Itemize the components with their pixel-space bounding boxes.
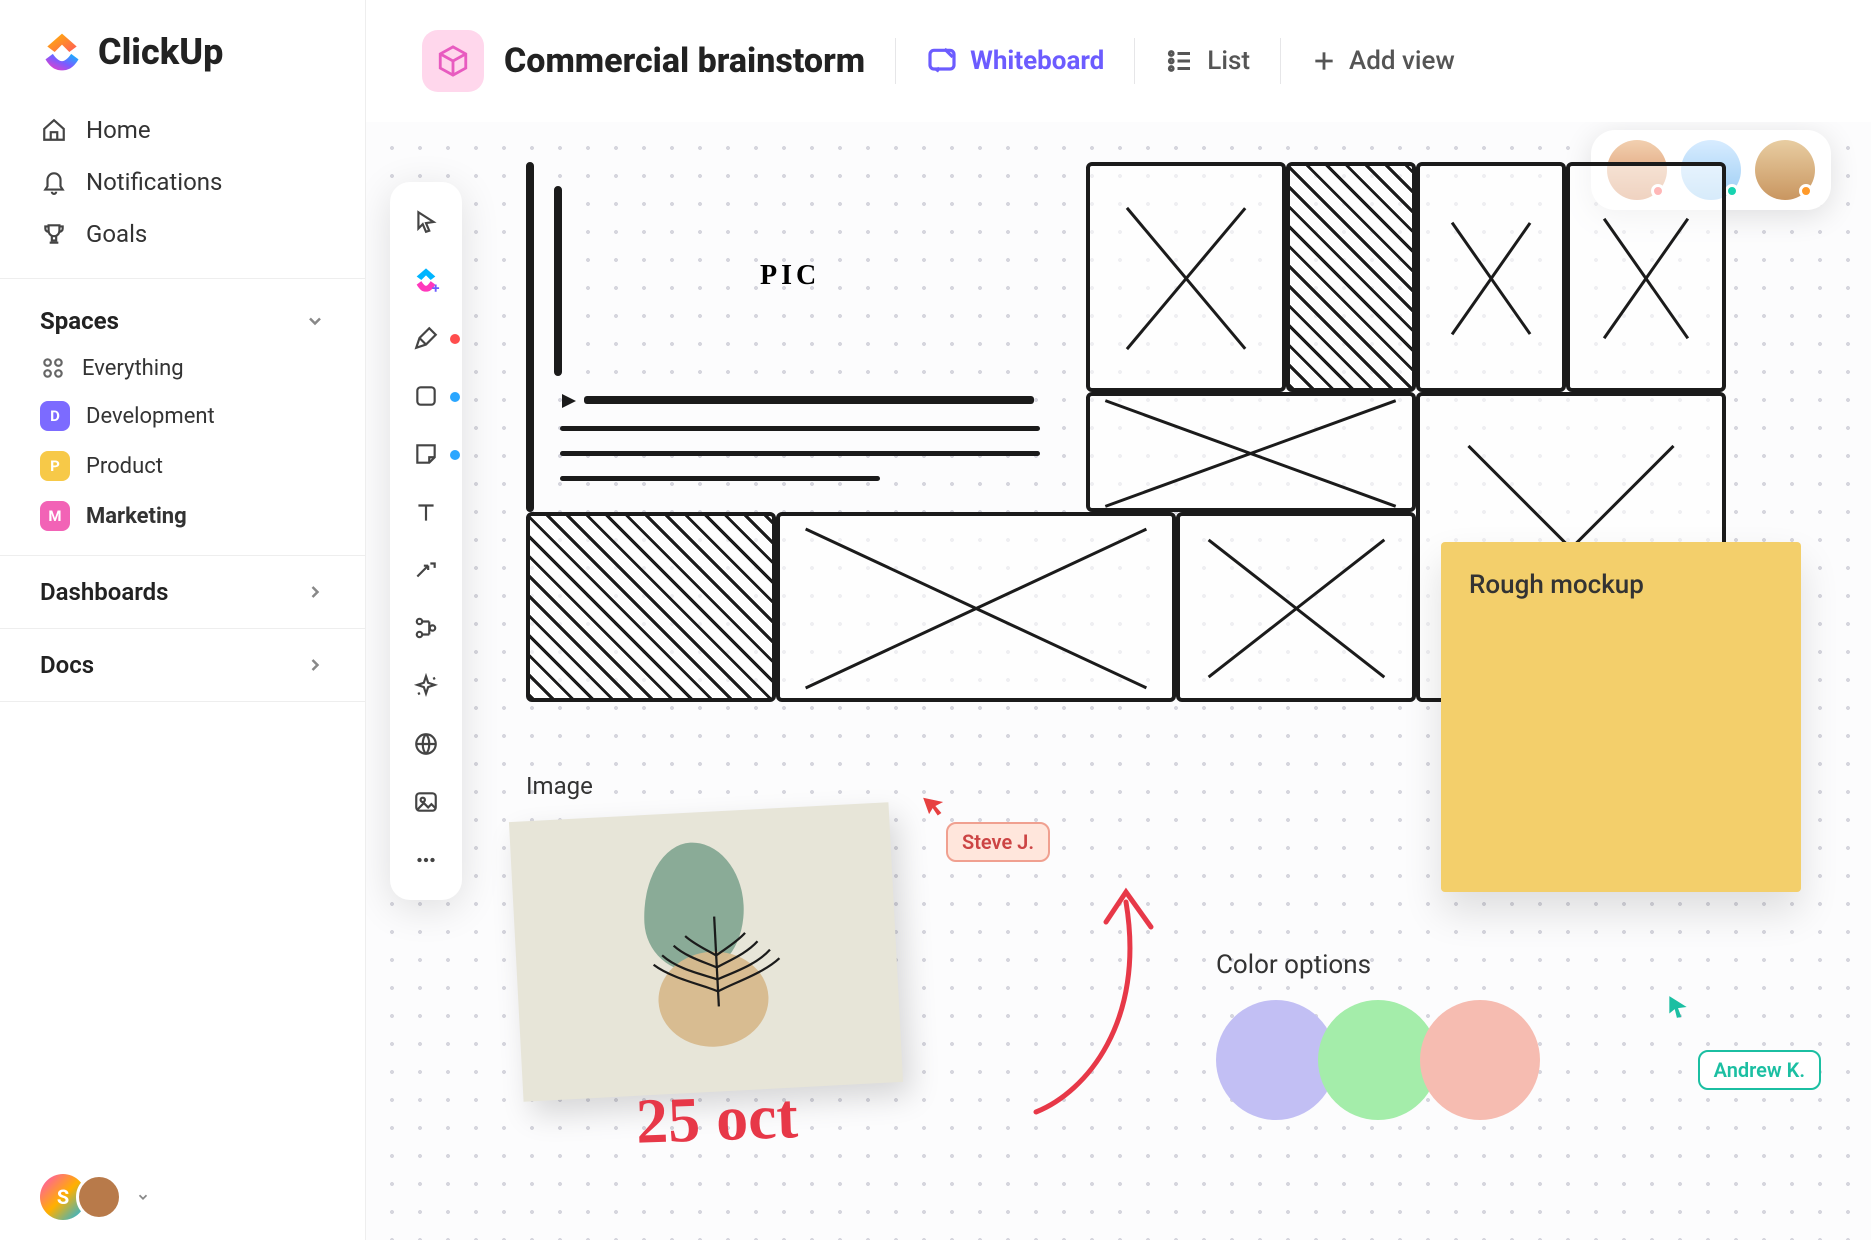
view-label: Add view [1349,46,1455,76]
plant-illustration [633,897,799,1025]
cursor-icon [1665,994,1691,1020]
nav-docs[interactable]: Docs [0,629,365,701]
hand-drawn-arrow [986,862,1226,1122]
space-label: Product [86,454,163,479]
trophy-icon [40,220,68,248]
page-title: Commercial brainstorm [504,41,865,81]
bell-icon [40,168,68,196]
space-marketing[interactable]: M Marketing [0,491,365,541]
space-badge: P [40,451,70,481]
image-placeholder[interactable] [509,802,903,1102]
space-everything[interactable]: Everything [0,345,365,391]
brand-name: ClickUp [98,31,223,73]
clickup-logo-icon [40,30,84,74]
sticky-text: Rough mockup [1469,570,1773,600]
list-icon [1165,46,1195,76]
cube-icon [436,44,470,78]
tool-shape[interactable] [410,380,442,412]
nav-dashboards[interactable]: Dashboards [0,556,365,628]
view-label: List [1207,46,1250,76]
user-footer[interactable]: S [0,1174,365,1220]
nav-label: Dashboards [40,578,169,606]
space-badge: M [40,501,70,531]
view-label: Whiteboard [970,46,1104,76]
tool-web[interactable] [410,728,442,760]
cursor-label-andrew: Andrew K. [1698,1050,1821,1090]
handwritten-date: 25 oct [635,1079,799,1159]
chevron-right-icon [305,582,325,602]
whiteboard-icon [926,45,958,77]
chevron-down-icon [305,311,325,331]
space-label: Everything [82,356,184,381]
sidebar-label: Notifications [86,168,222,196]
color-swatches [1216,1000,1522,1120]
tool-sparkle[interactable] [410,670,442,702]
color-options-label: Color options [1216,950,1371,980]
cursor-label-steve: Steve J. [946,822,1050,862]
tool-select[interactable] [410,206,442,238]
sidebar-item-notifications[interactable]: Notifications [24,156,341,208]
document-icon-badge[interactable] [422,30,484,92]
spaces-header[interactable]: Spaces [0,279,365,345]
brand-logo[interactable]: ClickUp [0,30,365,104]
toolbox: + [390,182,462,900]
chevron-down-icon [136,1190,150,1204]
tool-connector[interactable] [410,554,442,586]
image-label: Image [526,772,593,800]
sidebar-label: Goals [86,220,147,248]
home-icon [40,116,68,144]
color-swatch[interactable] [1420,1000,1540,1120]
tool-text[interactable] [410,496,442,528]
space-label: Marketing [86,504,187,529]
whiteboard-canvas[interactable]: + [366,122,1871,1240]
view-whiteboard[interactable]: Whiteboard [926,45,1104,77]
add-view-button[interactable]: Add view [1311,46,1455,76]
sidebar: ClickUp Home Notifications Goals [0,0,366,1240]
space-product[interactable]: P Product [0,441,365,491]
svg-text:+: + [432,281,440,294]
main: Commercial brainstorm Whiteboard List Ad… [366,0,1871,1240]
wireframe-pic-label: PIC [760,260,820,292]
sidebar-item-goals[interactable]: Goals [24,208,341,260]
tool-sticky[interactable] [410,438,442,470]
sticky-note[interactable]: Rough mockup [1441,542,1801,892]
tool-pen[interactable] [410,322,442,354]
space-badge: D [40,401,70,431]
grid-dots-icon [40,355,66,381]
space-development[interactable]: D Development [0,391,365,441]
spaces-title: Spaces [40,307,119,335]
tool-clickup[interactable]: + [410,264,442,296]
presence-avatar[interactable] [1755,140,1815,200]
view-list[interactable]: List [1165,46,1250,76]
topbar: Commercial brainstorm Whiteboard List Ad… [366,0,1871,122]
plus-icon [1311,48,1337,74]
nav-label: Docs [40,651,94,679]
chevron-right-icon [305,655,325,675]
tool-image[interactable] [410,786,442,818]
sidebar-label: Home [86,116,151,144]
space-label: Development [86,404,215,429]
tool-more[interactable] [410,844,442,876]
sidebar-item-home[interactable]: Home [24,104,341,156]
avatar [76,1174,122,1220]
tool-relationship[interactable] [410,612,442,644]
